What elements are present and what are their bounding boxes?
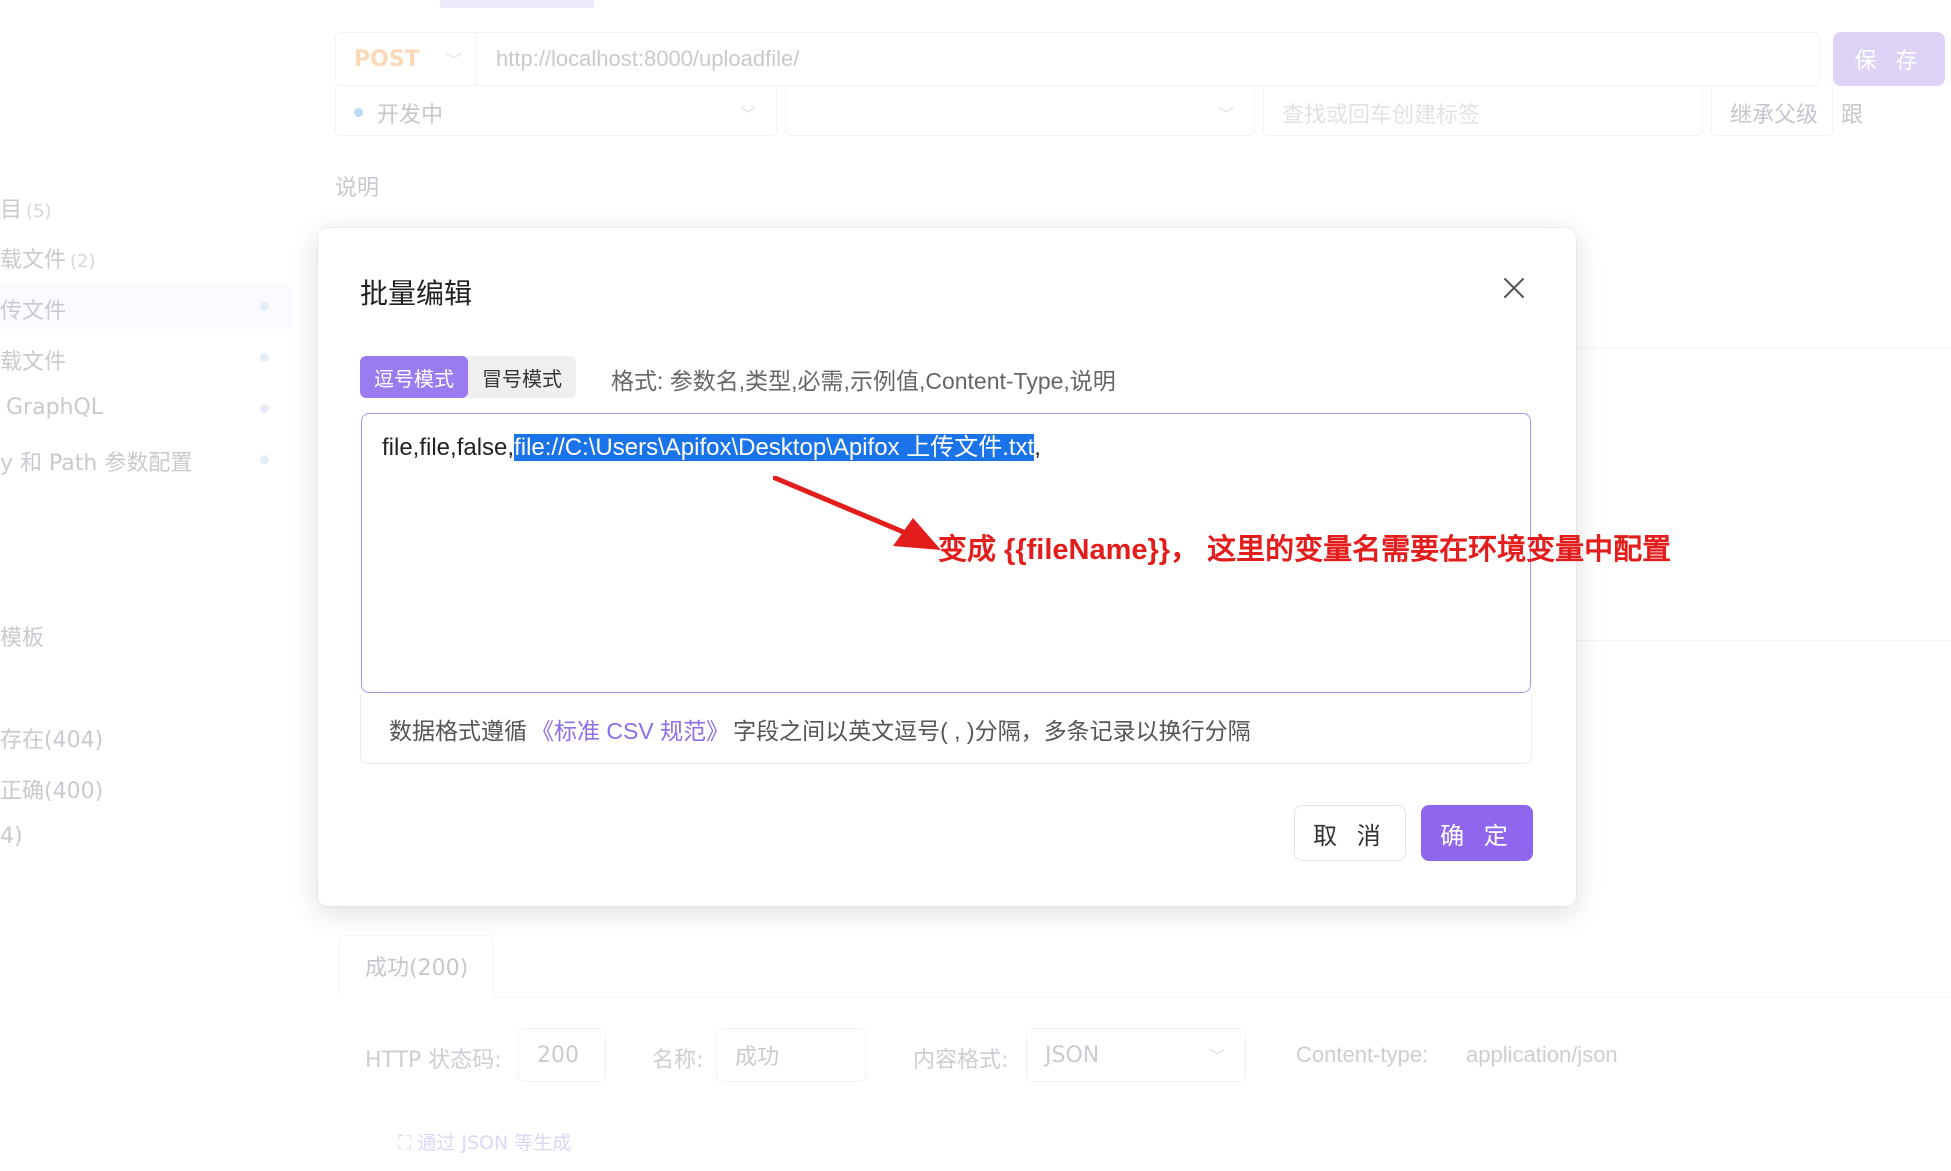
csv-note-text: 字段之间以英文逗号( , )分隔，多条记录以换行分隔 <box>733 717 1251 744</box>
owner-select[interactable]: ﹀ <box>785 90 1255 136</box>
csv-spec-link[interactable]: 《标准 CSV 规范》 <box>531 712 729 746</box>
format-hint: 格式: 参数名,类型,必需,示例值,Content-Type,说明 <box>611 368 1116 394</box>
csv-format-note: 数据格式遵循 《标准 CSV 规范》 字段之间以英文逗号( , )分隔，多条记录… <box>360 694 1532 764</box>
content-format-label: 内容格式: <box>913 1048 1009 1073</box>
close-icon <box>1504 278 1524 298</box>
sidebar-item[interactable]: 传文件 <box>0 293 66 325</box>
chevron-down-icon: ﹀ <box>1208 1047 1225 1066</box>
sidebar-dot-icon <box>260 353 269 362</box>
status-code-label: HTTP 状态码: <box>365 1048 502 1073</box>
status-code-input[interactable]: 200 <box>518 1028 606 1082</box>
description-label: 说明 <box>335 176 380 201</box>
meta-row: 开发中 ﹀ ﹀ 查找或回车创建标签 继承父级 跟 <box>335 90 1893 136</box>
confirm-button[interactable]: 确 定 <box>1421 805 1533 861</box>
generate-icon: ⛶ <box>398 1132 418 1154</box>
sidebar-item[interactable]: 4) <box>0 824 23 849</box>
content-format-select[interactable]: JSON ﹀ <box>1026 1028 1246 1082</box>
selected-text: file://C:\Users\Apifox\Desktop\Apifox 上传… <box>514 434 1035 461</box>
chevron-down-icon: ﹀ <box>739 104 756 124</box>
batch-edit-modal: 批量编辑 逗号模式 冒号模式 格式: 参数名,类型,必需,示例值,Content… <box>318 228 1671 906</box>
status-select[interactable]: 开发中 ﹀ <box>335 90 777 136</box>
sidebar-dot-icon <box>260 302 269 311</box>
divider <box>494 997 1951 998</box>
cancel-button[interactable]: 取 消 <box>1294 805 1406 861</box>
response-tab-label: 成功(200) <box>365 956 469 981</box>
url-input[interactable]: http://localhost:8000/uploadfile/ <box>336 46 799 72</box>
save-button[interactable]: 保 存 <box>1833 32 1945 86</box>
editor-text: file,file,false, <box>382 434 515 461</box>
follow-label: 跟 <box>1841 103 1864 128</box>
mode-colon-button[interactable]: 冒号模式 <box>468 356 576 398</box>
inherit-select[interactable]: 继承父级 <box>1711 90 1833 136</box>
content-type-value: application/json <box>1466 1042 1618 1067</box>
editor-text: , <box>1034 434 1041 461</box>
divider <box>1576 348 1951 349</box>
chevron-down-icon: ﹀ <box>1217 104 1234 124</box>
sidebar-item[interactable]: 载文件 (2) <box>0 242 96 274</box>
tag-input[interactable]: 查找或回车创建标签 <box>1263 90 1703 136</box>
url-bar: POST ﹀ http://localhost:8000/uploadfile/ <box>335 32 1820 86</box>
sidebar-item[interactable]: 模板 <box>0 620 44 652</box>
sidebar-item[interactable]: 存在(404) <box>0 722 103 754</box>
content-type-label: Content-type: <box>1296 1042 1429 1067</box>
status-dot-icon <box>354 108 363 117</box>
annotation-arrow-icon <box>773 476 941 550</box>
csv-note-text: 数据格式遵循 <box>389 717 527 744</box>
active-tab-indicator <box>440 0 594 8</box>
annotation-text: 变成 {{fileName}}， 这里的变量名需要在环境变量中配置 <box>938 534 1672 566</box>
divider <box>1576 640 1951 641</box>
sidebar-item[interactable]: y 和 Path 参数配置 <box>0 445 192 477</box>
mode-comma-button[interactable]: 逗号模式 <box>360 356 468 398</box>
status-label: 开发中 <box>377 102 444 128</box>
sidebar-item[interactable]: 载文件 <box>0 344 66 376</box>
sidebar-dot-icon <box>260 404 269 413</box>
mode-switch: 逗号模式 冒号模式 <box>360 356 576 398</box>
sidebar-item[interactable]: 目 (5) <box>0 192 52 224</box>
close-button[interactable] <box>1494 268 1534 308</box>
sidebar-dot-icon <box>260 455 269 464</box>
editor-line: file,file,false,file://C:\Users\Apifox\D… <box>382 430 1041 466</box>
content-format-value: JSON <box>1045 1042 1100 1068</box>
sidebar-item[interactable]: GraphQL <box>6 395 103 420</box>
generate-from-json-link[interactable]: ⛶ 通过 JSON 等生成 <box>398 1128 571 1155</box>
modal-title: 批量编辑 <box>360 277 473 310</box>
name-input[interactable]: 成功 <box>716 1028 866 1082</box>
name-label: 名称: <box>652 1048 704 1073</box>
sidebar-item[interactable]: 正确(400) <box>0 773 103 805</box>
